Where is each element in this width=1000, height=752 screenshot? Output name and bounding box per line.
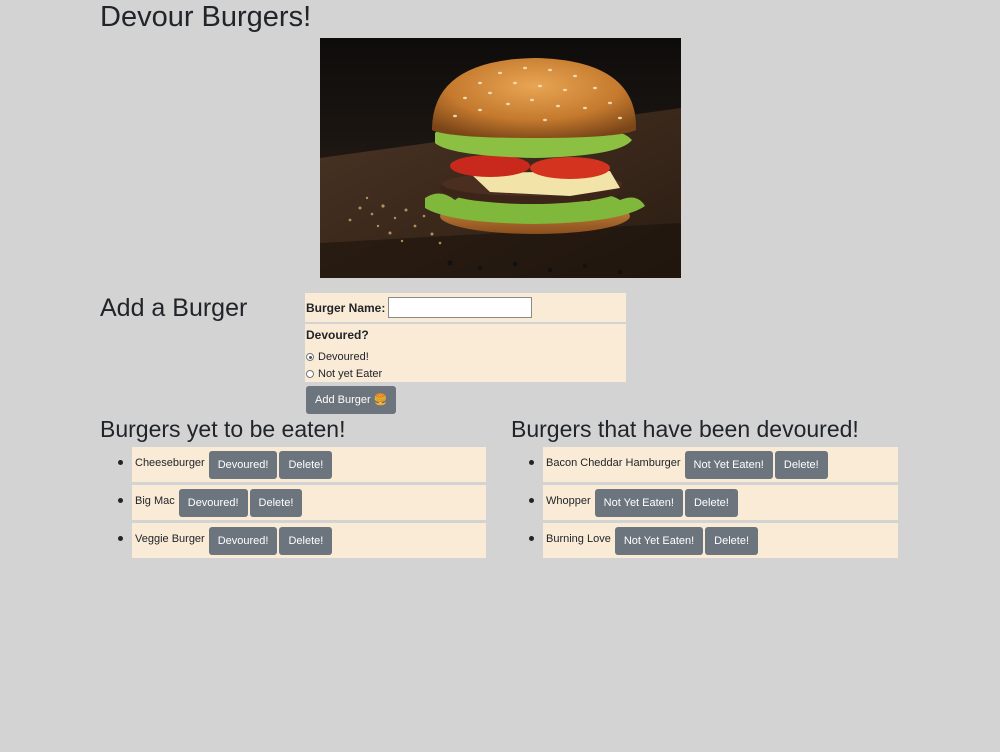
devoured-options: Devoured? Devoured! Not yet Eater	[305, 324, 626, 382]
bullet	[529, 460, 534, 465]
burger-name: Big Mac	[135, 494, 175, 507]
list-item: Bacon Cheddar Hamburger Not Yet Eaten! D…	[529, 447, 898, 482]
burger-name: Whopper	[546, 494, 591, 507]
list-item: Whopper Not Yet Eaten! Delete!	[529, 485, 898, 520]
bullet	[529, 536, 534, 541]
burger-name: Burning Love	[546, 532, 611, 545]
burger-illustration	[320, 38, 681, 278]
add-burger-heading: Add a Burger	[100, 294, 248, 322]
delete-button[interactable]: Delete!	[684, 488, 738, 517]
list-item: Veggie Burger Devoured! Delete!	[118, 523, 486, 558]
radio-devoured-option[interactable]: Devoured!	[306, 351, 369, 363]
delete-button[interactable]: Delete!	[705, 526, 759, 555]
burger-name: Veggie Burger	[135, 532, 205, 545]
burger-name: Cheeseburger	[135, 456, 205, 469]
uneaten-list: Cheeseburger Devoured! Delete! Big Mac D…	[118, 447, 486, 561]
bullet	[118, 498, 123, 503]
burger-name-input[interactable]	[388, 297, 533, 318]
radio-devoured[interactable]	[306, 353, 314, 361]
bullet	[118, 460, 123, 465]
delete-button[interactable]: Delete!	[279, 450, 333, 479]
burger-name-label: Burger Name:	[306, 300, 386, 315]
delete-button[interactable]: Delete!	[774, 450, 828, 479]
page-title: Devour Burgers!	[100, 1, 312, 33]
bullet	[529, 498, 534, 503]
radio-devoured-label: Devoured!	[318, 351, 369, 363]
devoured-list: Bacon Cheddar Hamburger Not Yet Eaten! D…	[529, 447, 898, 561]
delete-button[interactable]: Delete!	[279, 526, 333, 555]
burger-name-row: Burger Name:	[305, 293, 626, 322]
not-yet-eaten-button[interactable]: Not Yet Eaten!	[594, 488, 683, 517]
burger-name: Bacon Cheddar Hamburger	[546, 456, 681, 469]
list-item: Cheeseburger Devoured! Delete!	[118, 447, 486, 482]
uneaten-heading: Burgers yet to be eaten!	[100, 416, 346, 442]
devoured-button[interactable]: Devoured!	[178, 488, 248, 517]
devoured-button[interactable]: Devoured!	[208, 526, 278, 555]
burger-photo	[320, 38, 681, 278]
add-burger-form: Burger Name: Devoured? Devoured! Not yet…	[305, 293, 626, 384]
devoured-question: Devoured?	[306, 328, 369, 342]
add-burger-button[interactable]: Add Burger 🍔	[306, 386, 397, 414]
delete-button[interactable]: Delete!	[249, 488, 303, 517]
devoured-button[interactable]: Devoured!	[208, 450, 278, 479]
devoured-heading: Burgers that have been devoured!	[511, 416, 859, 442]
radio-not-eaten[interactable]	[306, 370, 314, 378]
bullet	[118, 536, 123, 541]
radio-not-eaten-option[interactable]: Not yet Eater	[306, 368, 382, 380]
radio-not-eaten-label: Not yet Eater	[318, 368, 383, 380]
not-yet-eaten-button[interactable]: Not Yet Eaten!	[614, 526, 704, 555]
list-item: Big Mac Devoured! Delete!	[118, 485, 486, 520]
not-yet-eaten-button[interactable]: Not Yet Eaten!	[684, 450, 773, 479]
list-item: Burning Love Not Yet Eaten! Delete!	[529, 523, 898, 558]
